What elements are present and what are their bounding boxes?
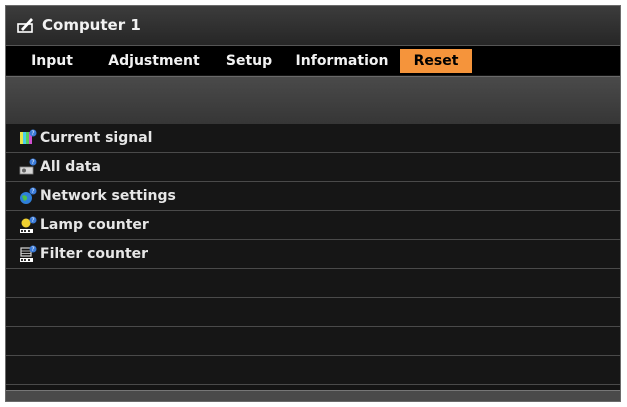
tab-input[interactable]: Input xyxy=(12,49,92,73)
tab-setup[interactable]: Setup xyxy=(216,49,282,73)
empty-row xyxy=(6,327,620,356)
menu-item-network-settings[interactable]: ? Network settings xyxy=(6,182,620,211)
tab-information[interactable]: Information xyxy=(286,49,398,73)
menu-item-label: Current signal xyxy=(40,130,153,146)
menu-tab-bar: Input Adjustment Setup Information Reset xyxy=(6,46,620,75)
lamp-counter-reset-icon: ? xyxy=(20,216,37,233)
menu-item-lamp-counter[interactable]: ? Lamp counter xyxy=(6,211,620,240)
menu-item-label: Network settings xyxy=(40,188,176,204)
svg-text:?: ? xyxy=(31,246,34,253)
svg-text:?: ? xyxy=(31,159,34,166)
osd-menu-window: Computer 1 Input Adjustment Setup Inform… xyxy=(5,5,621,402)
filter-counter-reset-icon: ? xyxy=(20,245,37,262)
menu-item-all-data[interactable]: ? All data xyxy=(6,153,620,182)
title-bar: Computer 1 xyxy=(6,6,620,46)
menu-item-current-signal[interactable]: ? Current signal xyxy=(6,124,620,153)
color-bars-reset-icon: ? xyxy=(20,129,37,144)
footer-bar xyxy=(6,390,620,401)
projector-reset-icon: ? xyxy=(19,158,37,175)
reset-menu-list: ? Current signal ? All data ? Network se… xyxy=(6,124,620,385)
window-title: Computer 1 xyxy=(42,16,141,34)
menu-item-label: All data xyxy=(40,159,101,175)
empty-row xyxy=(6,298,620,327)
svg-text:?: ? xyxy=(31,130,34,137)
empty-row xyxy=(6,269,620,298)
globe-reset-icon: ? xyxy=(20,187,37,204)
menu-item-label: Lamp counter xyxy=(40,217,149,233)
submenu-header xyxy=(6,76,620,125)
svg-text:?: ? xyxy=(31,188,34,195)
svg-text:?: ? xyxy=(31,217,34,224)
menu-item-label: Filter counter xyxy=(40,246,149,262)
pen-document-icon xyxy=(17,18,33,33)
menu-item-filter-counter[interactable]: ? Filter counter xyxy=(6,240,620,269)
tab-reset[interactable]: Reset xyxy=(400,49,472,73)
empty-row xyxy=(6,356,620,385)
tab-adjustment[interactable]: Adjustment xyxy=(94,49,214,73)
